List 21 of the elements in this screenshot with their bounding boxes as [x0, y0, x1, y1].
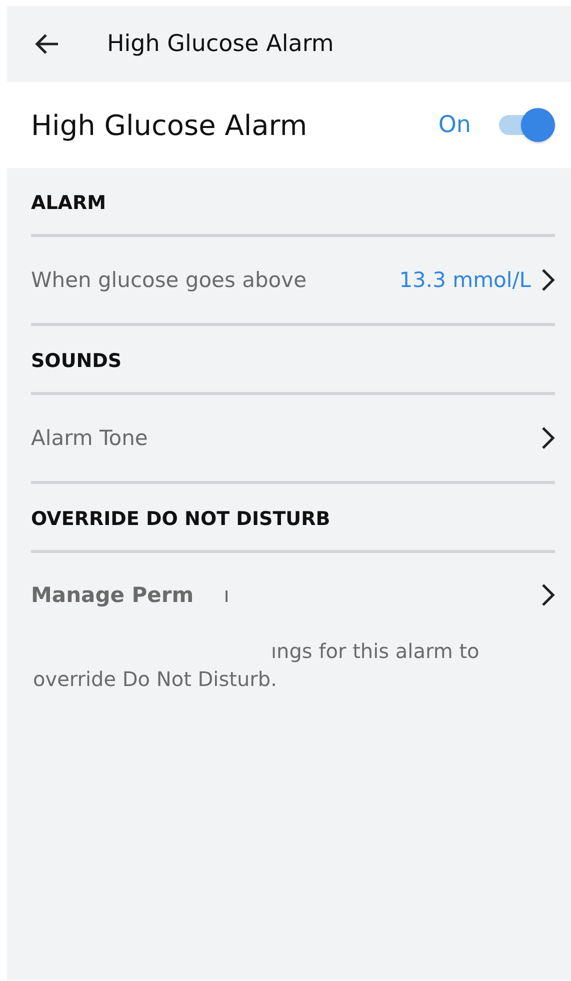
- chevron-right-icon: [541, 583, 555, 607]
- section-heading: ALARM: [31, 168, 555, 237]
- chevron-right-icon: [541, 268, 555, 292]
- row-label: Alarm Tone: [31, 426, 149, 450]
- settings-row[interactable]: Alarm Tone: [31, 395, 555, 484]
- text-fragment: ı: [224, 583, 230, 607]
- toggle-state-text: On: [438, 112, 471, 138]
- section-heading: OVERRIDE DO NOT DISTURB: [31, 484, 555, 553]
- row-value: 13.3 mmol/L: [399, 268, 531, 292]
- settings-row[interactable]: When glucose goes above 13.3 mmol/L: [31, 237, 555, 326]
- back-arrow-icon: [34, 33, 60, 55]
- alarm-label: High Glucose Alarm: [31, 108, 308, 142]
- row-label: Manage Perm: [31, 583, 194, 607]
- section-heading: SOUNDS: [31, 326, 555, 395]
- alarm-switch[interactable]: [499, 108, 555, 142]
- row-label: When glucose goes above: [31, 268, 308, 292]
- description-text: ıngs for this alarm to: [271, 639, 480, 663]
- description-text: override Do Not Disturb.: [33, 667, 277, 691]
- settings-row[interactable]: Manage Perm ı: [31, 553, 555, 637]
- screen-title: High Glucose Alarm: [107, 31, 334, 57]
- chevron-right-icon: [541, 426, 555, 450]
